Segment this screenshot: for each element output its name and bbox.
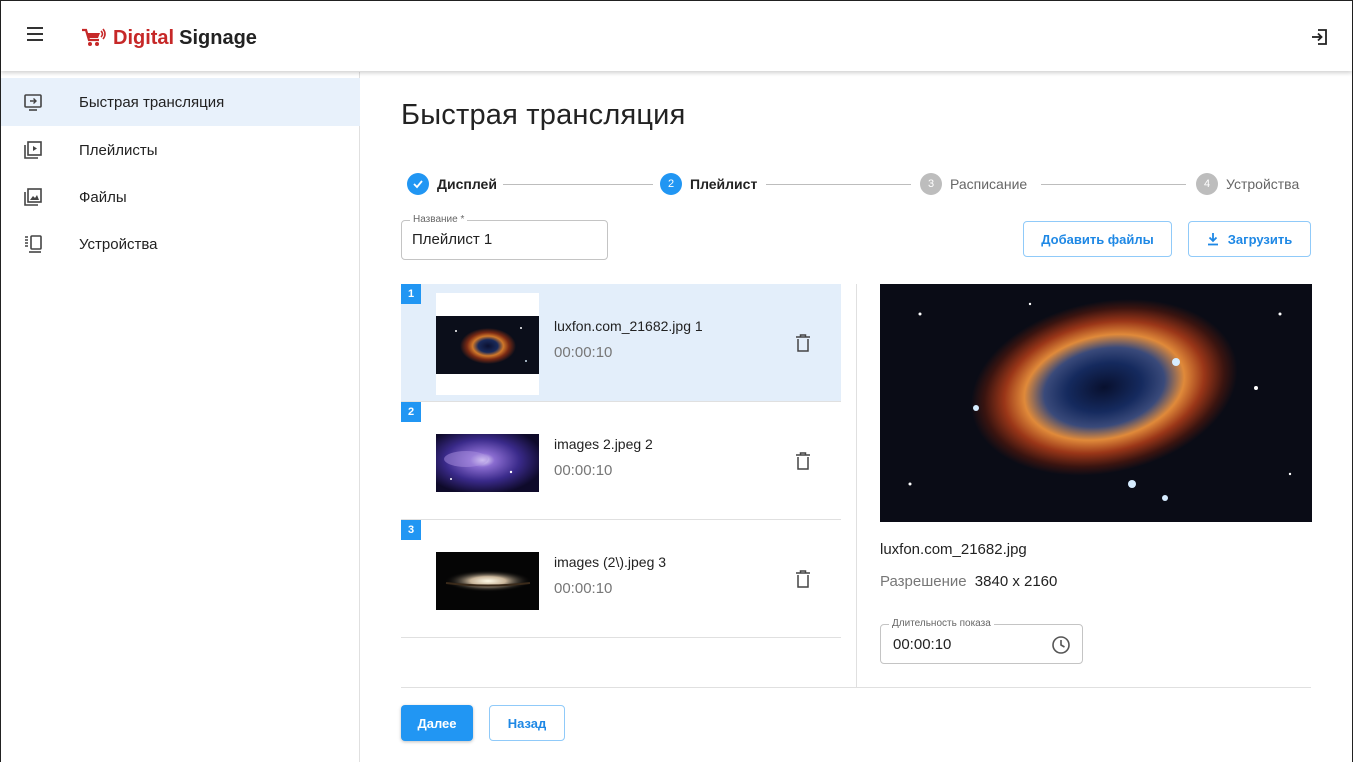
upload-label: Загрузить [1227,231,1293,247]
step-connector [766,184,911,185]
thumbnail [436,411,539,513]
playlist-name-input[interactable] [412,231,597,248]
item-file-name: luxfon.com_21682.jpg 1 [554,318,703,334]
purple-nebula-thumbnail [436,434,539,492]
sidebar-item-devices[interactable]: Устройства [1,220,360,268]
delete-icon[interactable] [795,452,811,470]
sidebar: Быстрая трансляция Плейлисты Файлы Устро… [1,72,360,762]
thumbnail [436,529,539,631]
item-number: 1 [401,284,421,304]
step-schedule: 3 Расписание [920,172,1027,196]
step-label: Дисплей [437,176,497,192]
item-duration: 00:00:10 [554,580,613,597]
cast-screen-icon [24,94,42,111]
item-duration: 00:00:10 [554,344,613,361]
item-duration: 00:00:10 [554,462,613,479]
playlist-name-field: Название * [401,214,608,260]
field-label: Название * [410,214,468,225]
sidebar-item-label: Файлы [79,188,127,206]
column-divider [856,284,857,688]
field-label: Длительность показа [889,618,994,629]
next-button[interactable]: Далее [401,705,473,741]
step-connector [1041,184,1186,185]
playlist-play-icon [24,141,42,159]
back-button[interactable]: Назад [489,705,565,741]
duration-field: Длительность показа [880,618,1083,664]
menu-icon[interactable] [27,27,43,41]
step-label: Устройства [1226,176,1300,192]
preview-image [880,284,1312,522]
list-item[interactable]: 2 images 2.jpeg 2 00:00:10 [401,402,841,520]
sidebar-item-label: Устройства [79,235,158,253]
devices-icon [25,235,42,253]
step-label: Плейлист [690,176,758,192]
sidebar-item-quick-broadcast[interactable]: Быстрая трансляция [1,78,360,126]
preview-resolution: Разрешение 3840 x 2160 [880,573,1057,590]
footer-divider [401,687,1311,688]
step-label: Расписание [950,176,1028,192]
upload-button[interactable]: Загрузить [1188,221,1311,257]
download-icon [1207,233,1218,246]
brand-name-part2: Signage [179,26,257,49]
stepper: Дисплей 2 Плейлист 3 Расписание 4 Устрой… [401,172,1311,196]
sidebar-item-playlists[interactable]: Плейлисты [1,126,360,174]
preview-file-name: luxfon.com_21682.jpg [880,541,1027,558]
add-files-button[interactable]: Добавить файлы [1023,221,1172,257]
step-number: 2 [660,173,682,195]
item-file-name: images (2\).jpeg 3 [554,554,667,570]
item-number: 2 [401,402,421,422]
step-number: 4 [1196,173,1218,195]
clock-icon[interactable] [1051,635,1071,655]
list-item[interactable]: 1 luxfon.com_21682.jpg 1 00:00:10 [401,284,841,402]
resolution-label: Разрешение [880,573,967,590]
app-logo[interactable]: Digital Signage [81,26,257,50]
sidebar-item-label: Плейлисты [79,141,158,159]
brand-name-part1: Digital [113,26,175,49]
playlist-list: 1 luxfon.com_21682.jpg 1 00:00:10 2 imag… [401,284,841,688]
list-item[interactable]: 3 images (2\).jpeg 3 00:00:10 [401,520,841,638]
sidebar-item-label: Быстрая трансляция [79,93,225,111]
helix-nebula-thumbnail [436,316,539,374]
delete-icon[interactable] [795,570,811,588]
delete-icon[interactable] [795,334,811,352]
step-display: Дисплей [407,172,497,196]
sombrero-galaxy-thumbnail [436,552,539,610]
page-title: Быстрая трансляция [401,99,686,131]
duration-input[interactable] [893,636,1033,653]
sidebar-item-files[interactable]: Файлы [1,173,360,221]
cart-broadcast-icon [82,28,106,46]
app-header: Digital Signage [1,1,1352,71]
step-devices: 4 Устройства [1196,172,1299,196]
logout-icon[interactable] [1310,27,1330,47]
check-icon [407,173,429,195]
step-number: 3 [920,173,942,195]
main-content: Быстрая трансляция Дисплей 2 Плейлист 3 … [361,72,1352,762]
item-number: 3 [401,520,421,540]
item-file-name: images 2.jpeg 2 [554,436,653,452]
resolution-value: 3840 x 2160 [974,573,1058,590]
thumbnail [436,293,539,395]
step-playlist: 2 Плейлист [660,172,757,196]
image-file-icon [24,188,42,206]
step-connector [503,184,653,185]
